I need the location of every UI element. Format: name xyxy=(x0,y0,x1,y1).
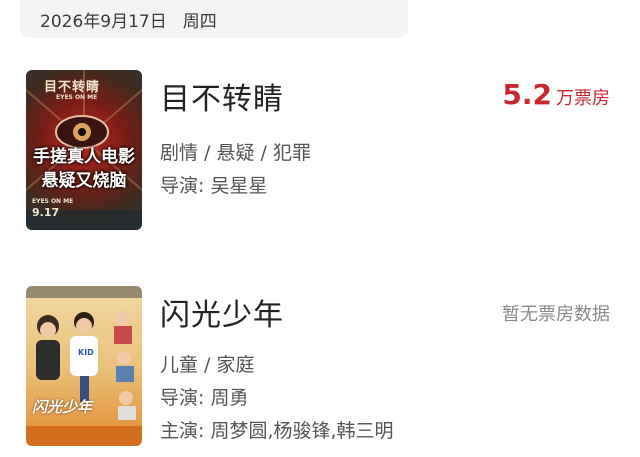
date-text: 2026年9月17日 xyxy=(40,11,167,32)
poster-date: 9.17 xyxy=(32,206,60,219)
box-office-unit: 万票房 xyxy=(556,88,610,109)
poster-overlay-line1: 手搓真人电影 xyxy=(33,147,135,167)
poster-corner-text: EYES ON ME xyxy=(32,198,74,205)
movie-genre: 剧情 / 悬疑 / 犯罪 xyxy=(160,142,311,164)
poster-subtitle: EYES ON ME xyxy=(56,94,98,101)
movie-title[interactable]: 目不转睛 xyxy=(160,74,284,118)
movie-director: 导演: 周勇 xyxy=(160,387,249,409)
movie-poster[interactable]: 目不转睛 EYES ON ME 手搓真人电影 悬疑又烧脑 EYES ON ME … xyxy=(26,70,142,230)
movie-genre: 儿童 / 家庭 xyxy=(160,354,255,376)
poster-overlay-line2: 悬疑又烧脑 xyxy=(41,171,127,191)
weekday-text: 周四 xyxy=(182,11,217,32)
poster-artwork xyxy=(26,286,142,446)
movie-cast: 主演: 周梦圆,杨骏锋,韩三明 xyxy=(160,420,394,442)
movie-item-1[interactable]: 目不转睛 EYES ON ME 手搓真人电影 悬疑又烧脑 EYES ON ME … xyxy=(0,68,640,234)
movie-poster[interactable]: KID 闪光少年 xyxy=(26,286,142,446)
box-office: 5.2 万票房 xyxy=(502,78,610,111)
movie-director: 导演: 吴星星 xyxy=(160,175,268,197)
box-office-value: 5.2 xyxy=(502,78,552,111)
poster-shirt-text: KID xyxy=(78,348,94,357)
movie-title[interactable]: 闪光少年 xyxy=(160,290,284,334)
poster-title: 闪光少年 xyxy=(32,398,93,416)
date-header: 2026年9月17日 周四 xyxy=(20,0,408,38)
poster-title: 目不转睛 xyxy=(44,80,101,95)
movie-item-2[interactable]: KID 闪光少年 闪光少年 暂无票房数据 儿童 / 家庭 导演: 周勇 主演: … xyxy=(0,284,640,450)
box-office-empty: 暂无票房数据 xyxy=(502,304,610,325)
